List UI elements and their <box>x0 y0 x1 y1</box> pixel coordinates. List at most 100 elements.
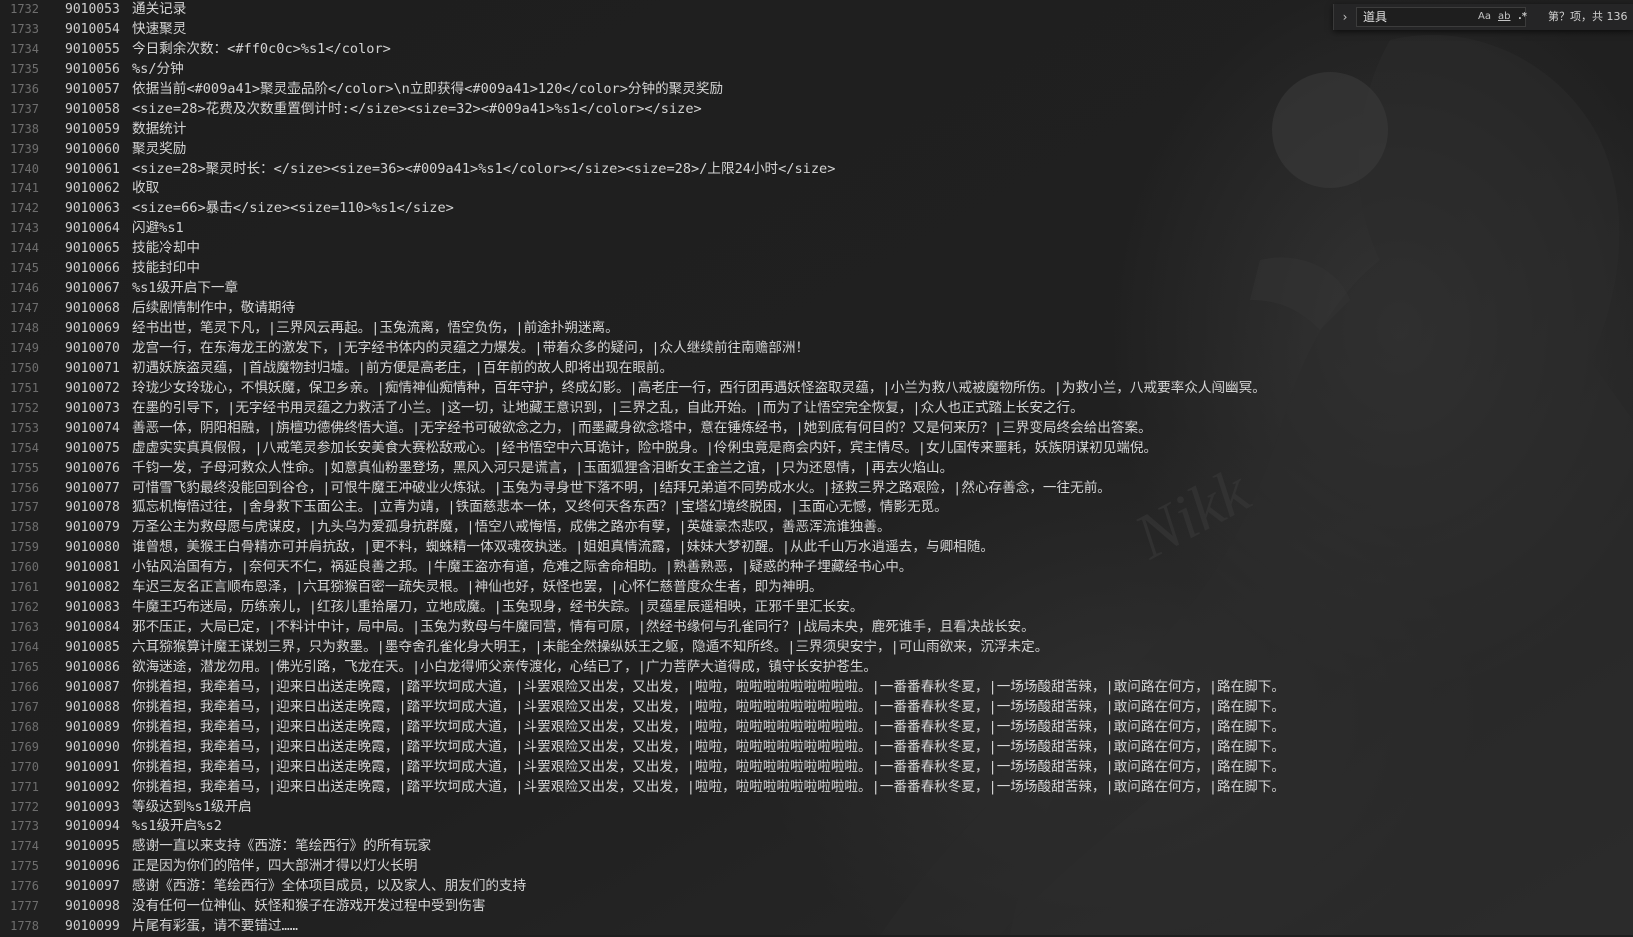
code-line[interactable]: 1741 9010062 收取 <box>0 179 1633 199</box>
string-id: 9010068 <box>65 301 120 317</box>
string-id: 9010072 <box>65 380 120 396</box>
code-line[interactable]: 1765 9010086 欲海迷途，潜龙勿用。|佛光引路，飞龙在天。|小白龙得师父亲… <box>0 658 1633 678</box>
line-number: 1768 <box>10 719 39 734</box>
string-id: 9010069 <box>65 321 120 336</box>
string-text: 初遇妖族盗灵蕴，|首战魔物封归墟。|前方便是高老庄，|百年前的故人即将出现在眼前… <box>132 359 674 376</box>
line-number: 1765 <box>10 659 39 674</box>
string-id: 9010053 <box>65 2 120 17</box>
code-line[interactable]: 1757 9010078 狐忘机悔悟过往，|舍身救下玉面公主。|立青为靖，|铁面慈悲… <box>0 498 1633 518</box>
string-text: <size=28>聚灵时长：</size><size=36><#009a41>%… <box>132 160 836 177</box>
code-line[interactable]: 1744 9010065 技能冷却中 <box>0 239 1633 259</box>
code-line[interactable]: 1763 9010084 邪不压正，大局已定，|不料计中计，局中局。|玉兔为救母与牛… <box>0 618 1633 638</box>
code-line[interactable]: 1745 9010066 技能封印中 <box>0 259 1633 279</box>
string-id: 9010078 <box>65 500 120 516</box>
code-line[interactable]: 1755 9010076 千钧一发，子母河救众人性命。|如意真仙粉墨登场，黑风入河只… <box>0 459 1633 479</box>
string-text: 车迟三友名正言顺布恩泽，|六耳猕猴百密一疏失灵根。|神仙也好，妖怪也罢，|心怀仁… <box>132 579 823 596</box>
code-line[interactable]: 1769 9010090 你挑着担，我牵着马，|迎来日出送走晚霞，|踏平坎坷成大道，… <box>0 738 1633 758</box>
string-id: 9010054 <box>65 21 120 37</box>
string-id: 9010092 <box>65 779 120 795</box>
code-line[interactable]: 1764 9010085 六耳猕猴算计魔王谋划三界，只为救墨。|墨夺舍孔雀化身大明王… <box>0 638 1633 658</box>
line-number: 1734 <box>10 41 39 56</box>
string-text: <size=28>花费及次数重置倒计时:</size><size=32><#00… <box>132 100 702 117</box>
string-text: 数据统计 <box>132 120 187 137</box>
string-text: 经书出世，笔灵下凡，|三界风云再起。|玉兔流离，悟空负伤，|前途扑朔迷离。 <box>132 320 619 336</box>
code-line[interactable]: 1761 9010082 车迟三友名正言顺布恩泽，|六耳猕猴百密一疏失灵根。|神仙也… <box>0 578 1633 598</box>
code-line[interactable]: 1767 9010088 你挑着担，我牵着马，|迎来日出送走晚霞，|踏平坎坷成大道，… <box>0 698 1633 718</box>
code-line[interactable]: 1768 9010089 你挑着担，我牵着马，|迎来日出送走晚霞，|踏平坎坷成大道，… <box>0 718 1633 738</box>
code-line[interactable]: 1776 9010097 感谢《西游：笔绘西行》全体项目成员，以及家人、朋友们的支持 <box>0 877 1633 897</box>
line-number: 1758 <box>10 520 39 535</box>
line-number: 1748 <box>10 321 39 335</box>
code-line[interactable]: 1773 9010094 %s1级开启%s2 <box>0 817 1633 837</box>
string-id: 9010073 <box>65 400 120 416</box>
string-text: 技能封印中 <box>132 260 200 277</box>
code-line[interactable]: 1743 9010064 闪避%s1 <box>0 219 1633 239</box>
line-number: 1756 <box>10 480 39 495</box>
string-text: 没有任何一位神仙、妖怪和猴子在游戏开发过程中受到伤害 <box>132 898 486 915</box>
code-line[interactable]: 1758 9010079 万圣公主为救母愿与虎谋皮，|九头乌为爱孤身抗群魔，|悟空八… <box>0 518 1633 538</box>
code-line[interactable]: 1750 9010071 初遇妖族盗灵蕴，|首战魔物封归墟。|前方便是高老庄，|百年… <box>0 359 1633 379</box>
code-line[interactable]: 1774 9010095 感谢一直以来支持《西游：笔绘西行》的所有玩家 <box>0 837 1633 857</box>
code-line[interactable]: 1775 9010096 正是因为你们的陪伴，四大部洲才得以灯火长明 <box>0 857 1633 877</box>
code-line[interactable]: 1760 9010081 小钻风治国有方，|奈何天不仁，祸延良善之邦。|牛魔王盗亦有… <box>0 558 1633 578</box>
code-line[interactable]: 1753 9010074 善恶一体，阴阳相融，|旃檀功德佛终悟大道。|无字经书可破欲… <box>0 419 1633 439</box>
chevron-right-icon[interactable]: › <box>1338 8 1352 26</box>
code-line[interactable]: 1734 9010055 今日剩余次数：<#ff0c0c>%s1</color> <box>0 40 1633 60</box>
code-line[interactable]: 1752 9010073 在墨的引导下，|无字经书用灵蕴之力救活了小兰。|这一切，让… <box>0 399 1633 419</box>
line-number: 1772 <box>10 799 39 814</box>
line-number: 1775 <box>10 859 39 874</box>
code-line[interactable]: 1739 9010060 聚灵奖励 <box>0 140 1633 160</box>
line-number: 1757 <box>10 500 39 515</box>
string-text: 虚虚实实真真假假，|八戒笔灵参加长安美食大赛松敌戒心。|经书悟空中六耳诡计，险中… <box>132 439 1158 456</box>
string-id: 9010065 <box>65 241 120 257</box>
code-line[interactable]: 1742 9010063 <size=66>暴击</size><size=110>%… <box>0 199 1633 219</box>
string-text: 你挑着担，我牵着马，|迎来日出送走晚霞，|踏平坎坷成大道，|斗罢艰险又出发，又出… <box>132 698 1285 715</box>
code-line[interactable]: 1772 9010093 等级达到%s1级开启 <box>0 798 1633 818</box>
string-text: 你挑着担，我牵着马，|迎来日出送走晚霞，|踏平坎坷成大道，|斗罢艰险又出发，又出… <box>132 738 1285 755</box>
line-number: 1749 <box>10 340 39 355</box>
string-id: 9010093 <box>65 799 120 815</box>
string-id: 9010089 <box>65 719 120 735</box>
string-id: 9010055 <box>65 41 120 57</box>
string-text: 小钻风治国有方，|奈何天不仁，祸延良善之邦。|牛魔王盗亦有道，危难之际舍命相助。… <box>132 559 913 576</box>
string-text: 你挑着担，我牵着马，|迎来日出送走晚霞，|踏平坎坷成大道，|斗罢艰险又出发，又出… <box>132 758 1285 775</box>
code-line[interactable]: 1766 9010087 你挑着担，我牵着马，|迎来日出送走晚霞，|踏平坎坷成大道，… <box>0 678 1633 698</box>
whole-word-toggle[interactable]: ab <box>1498 8 1510 26</box>
code-line[interactable]: 1735 9010056 %s/分钟 <box>0 60 1633 80</box>
string-text: %s1级开启下一章 <box>132 280 239 297</box>
code-line[interactable]: 1737 9010058 <size=28>花费及次数重置倒计时:</size><s… <box>0 100 1633 120</box>
code-line[interactable]: 1756 9010077 可惜雪飞豹最终没能回到谷仓，|可恨牛魔王冲破业火炼狱。|玉… <box>0 479 1633 499</box>
match-case-toggle[interactable]: Aa <box>1478 8 1491 26</box>
code-line[interactable]: 1749 9010070 龙宫一行，在东海龙王的激发下，|无字经书体内的灵蕴之力爆发… <box>0 339 1633 359</box>
code-line[interactable]: 1770 9010091 你挑着担，我牵着马，|迎来日出送走晚霞，|踏平坎坷成大道，… <box>0 758 1633 778</box>
code-line[interactable]: 1746 9010067 %s1级开启下一章 <box>0 279 1633 299</box>
string-id: 9010057 <box>65 81 120 97</box>
code-line[interactable]: 1748 9010069 经书出世，笔灵下凡，|三界风云再起。|玉兔流离，悟空负伤，… <box>0 319 1633 339</box>
string-text: 邪不压正，大局已定，|不料计中计，局中局。|玉兔为救母与牛魔同营，情有可原，|然… <box>132 619 1035 636</box>
code-line[interactable]: 1754 9010075 虚虚实实真真假假，|八戒笔灵参加长安美食大赛松敌戒心。|经… <box>0 439 1633 459</box>
code-line[interactable]: 1751 9010072 玲珑少女玲珑心，不惧妖魔，保卫乡亲。|痴情神仙痴情种，百年… <box>0 379 1633 399</box>
code-line[interactable]: 1759 9010080 谁曾想，美猴王白骨精亦可并肩抗敌，|更不料，蜘蛛精一体双魂… <box>0 538 1633 558</box>
string-id: 9010063 <box>65 201 120 217</box>
line-number: 1733 <box>10 21 39 36</box>
code-line[interactable]: 1738 9010059 数据统计 <box>0 120 1633 140</box>
code-line[interactable]: 1777 9010098 没有任何一位神仙、妖怪和猴子在游戏开发过程中受到伤害 <box>0 897 1633 917</box>
line-number: 1740 <box>10 161 39 176</box>
string-id: 9010059 <box>65 121 120 137</box>
code-line[interactable]: 1771 9010092 你挑着担，我牵着马，|迎来日出送走晚霞，|踏平坎坷成大道，… <box>0 778 1633 798</box>
string-text: 善恶一体，阴阳相融，|旃檀功德佛终悟大道。|无字经书可破欲念之力，|而墨藏身欲念… <box>132 419 1152 436</box>
string-id: 9010060 <box>65 141 120 157</box>
code-line[interactable]: 1740 9010061 <size=28>聚灵时长：</size><size=36… <box>0 160 1633 180</box>
line-number: 1774 <box>10 839 39 854</box>
code-line[interactable]: 1736 9010057 依据当前<#009a41>聚灵壶品阶</color>\n立… <box>0 80 1633 100</box>
string-id: 9010095 <box>65 839 120 855</box>
line-number: 1752 <box>10 400 39 415</box>
code-line[interactable]: 1778 9010099 片尾有彩蛋，请不要错过…… <box>0 917 1633 937</box>
line-number: 1738 <box>10 121 39 136</box>
code-lines: 1732 9010053 通关记录 1733 9010054 快速聚灵 1734 901005… <box>0 0 1633 937</box>
regex-toggle[interactable]: .* <box>1518 8 1527 26</box>
code-line[interactable]: 1762 9010083 牛魔王巧布迷局，历练亲儿，|红孩儿重拾屠刀，立地成魔。|玉… <box>0 598 1633 618</box>
code-line[interactable]: 1747 9010068 后续剧情制作中，敬请期待 <box>0 299 1633 319</box>
string-text: 收取 <box>132 180 160 197</box>
string-text: 六耳猕猴算计魔王谋划三界，只为救墨。|墨夺舍孔雀化身大明王，|未能全然操纵妖王之… <box>132 639 1049 655</box>
